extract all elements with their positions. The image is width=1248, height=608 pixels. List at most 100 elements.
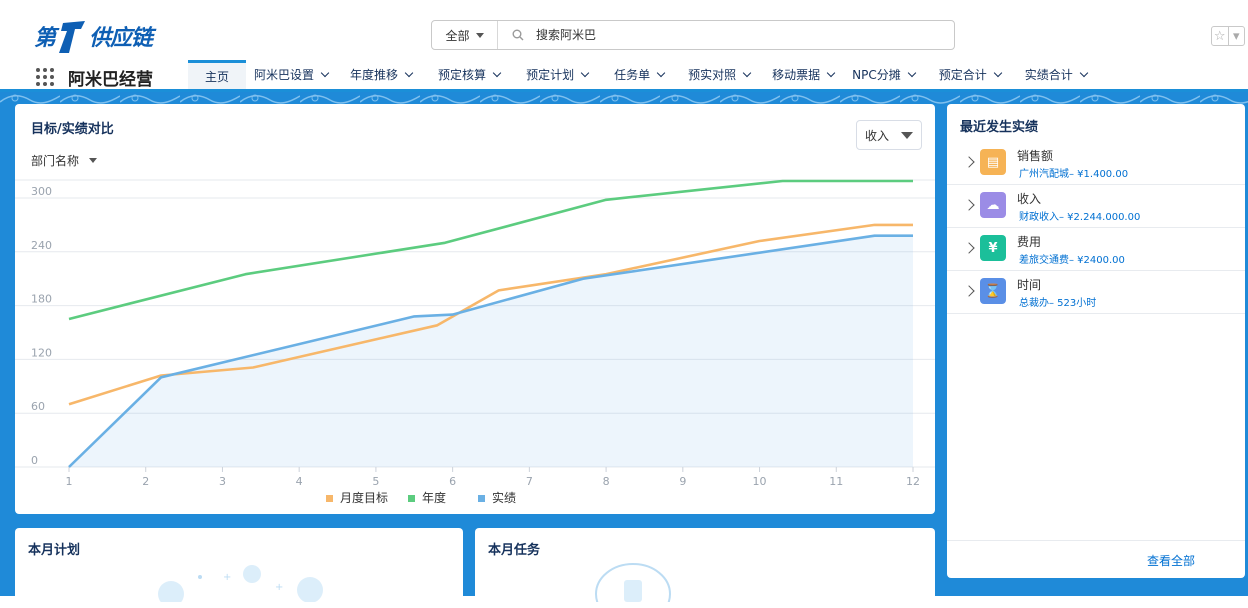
task-illustration <box>595 563 671 602</box>
department-filter[interactable]: 部门名称 <box>31 152 98 169</box>
global-header: 第 供应链 全部 ☆ ▾ <box>0 0 1248 60</box>
chart-card-title: 目标/实绩对比 <box>31 122 114 137</box>
svg-text:+: + <box>275 582 283 593</box>
caret-down-icon <box>475 32 484 38</box>
chevron-down-icon[interactable] <box>826 68 836 78</box>
legend-swatch <box>326 495 333 502</box>
recent-item-name: 费用 <box>1017 235 1042 249</box>
recent-item[interactable]: ¥ 费用差旅交通费– ¥2400.00 <box>947 228 1245 271</box>
nav-tab-0[interactable]: 主页 <box>188 60 247 89</box>
company-logo[interactable]: 第 供应链 <box>34 16 153 56</box>
target-vs-actual-chart: 0601201802403001 2 3 4 5 6 7 8 9 10 11 12月度目标 年度 实绩 <box>15 179 935 505</box>
recent-card-title: 最近发生实绩 <box>960 120 1039 135</box>
svg-text:+: + <box>223 572 231 583</box>
recent-item[interactable]: ▤ 销售额广州汽配城– ¥1.400.00 <box>947 142 1245 185</box>
x-tick-label: 2 <box>142 475 149 488</box>
metric-select[interactable]: 收入 <box>856 120 922 150</box>
recent-item-detail[interactable]: 总裁办– 523小时 <box>1019 294 1096 309</box>
chevron-down-icon[interactable] <box>320 68 330 78</box>
x-tick-label: 12 <box>906 475 920 488</box>
logo-suffix: 供应链 <box>89 26 153 51</box>
app-navigation-bar: 阿米巴经营 主页 阿米巴设置 年度推移 预定核算 预定计划 任务单 预实对照 移动票据 NPC分… <box>0 60 1248 92</box>
yen-icon: ¥ <box>980 235 1006 261</box>
chevron-right-icon[interactable] <box>963 242 975 254</box>
chevron-down-icon[interactable] <box>907 68 916 78</box>
metric-select-label: 收入 <box>864 128 889 143</box>
recent-item[interactable]: ⌛ 时间总裁办– 523小时 <box>947 271 1245 314</box>
chevron-right-icon[interactable] <box>963 199 975 211</box>
view-all-link[interactable]: 查看全部 <box>1147 552 1195 569</box>
nav-tab-4[interactable]: 预定计划 <box>520 60 594 89</box>
chevron-right-icon[interactable] <box>963 285 975 297</box>
recent-item[interactable]: ☁ 收入 财政收入– ¥2.244.000.00 <box>947 185 1245 228</box>
x-tick-label: 9 <box>679 475 686 488</box>
legend-label[interactable]: 年度 <box>422 490 446 505</box>
legend-swatch <box>408 495 415 502</box>
global-search: 全部 <box>431 20 955 50</box>
chevron-down-icon[interactable] <box>580 68 590 78</box>
recent-item-name: 收入 <box>1017 192 1042 206</box>
recent-item-detail[interactable]: 财政收入– ¥2.244.000.00 <box>1019 208 1140 223</box>
app-launcher-icon[interactable] <box>36 68 54 86</box>
x-tick-label: 6 <box>449 475 456 488</box>
nav-tab-3[interactable]: 预定核算 <box>432 60 506 89</box>
chevron-down-icon[interactable] <box>742 68 752 78</box>
x-tick-label: 11 <box>829 475 843 488</box>
x-tick-label: 4 <box>296 475 303 488</box>
recent-item-detail[interactable]: 广州汽配城– ¥1.400.00 <box>1019 165 1128 180</box>
x-tick-label: 5 <box>372 475 379 488</box>
nav-tab-label: 实绩合计 <box>1024 68 1073 82</box>
monthly-task-card: 本月任务 <box>475 528 935 608</box>
legend-label[interactable]: 月度目标 <box>340 490 388 505</box>
chevron-down-icon[interactable] <box>404 68 414 78</box>
y-tick-label: 0 <box>31 454 38 467</box>
search-input[interactable] <box>536 28 916 42</box>
logo-prefix: 第 <box>34 26 56 51</box>
x-tick-label: 8 <box>603 475 610 488</box>
nav-tab-5[interactable]: 任务单 <box>608 60 670 89</box>
search-scope-select[interactable]: 全部 <box>432 21 498 49</box>
hourglass-icon: ⌛ <box>980 278 1006 304</box>
y-tick-label: 300 <box>31 185 52 198</box>
nav-tab-label: 阿米巴设置 <box>254 68 315 82</box>
nav-tab-8[interactable]: NPC分摊 <box>846 60 921 89</box>
caret-down-icon <box>901 131 913 139</box>
nav-tab-10[interactable]: 实绩合计 <box>1019 60 1093 89</box>
nav-tab-7[interactable]: 移动票据 <box>766 60 840 89</box>
document-icon: ▤ <box>980 149 1006 175</box>
recent-actuals-list: ▤ 销售额 广州汽配城– ¥1.400.00 ☁ 收入 财政收入– ¥2.244.000.… <box>947 142 1245 314</box>
nav-tab-label: 主页 <box>205 69 230 84</box>
chevron-right-icon[interactable] <box>963 156 975 168</box>
recent-item-detail[interactable]: 差旅交通费– ¥2400.00 <box>1019 251 1125 266</box>
nav-tab-6[interactable]: 预实对照 <box>682 60 756 89</box>
chevron-down-icon[interactable] <box>1079 68 1088 78</box>
chevron-down-icon[interactable] <box>656 68 666 78</box>
x-tick-label: 1 <box>66 475 73 488</box>
star-icon[interactable]: ☆ <box>1212 27 1228 45</box>
nav-tab-9[interactable]: 预定合计 <box>933 60 1007 89</box>
plan-card-title: 本月计划 <box>28 543 81 558</box>
nav-tab-label: 预实对照 <box>688 68 737 82</box>
nav-tab-label: 任务单 <box>614 68 651 82</box>
chevron-down-icon[interactable] <box>492 68 502 78</box>
search-scope-label: 全部 <box>445 28 470 43</box>
department-filter-label: 部门名称 <box>31 154 80 168</box>
favorites-control: ☆ ▾ <box>1211 26 1245 46</box>
nav-tab-2[interactable]: 年度推移 <box>344 60 418 89</box>
plan-illustration: + + <box>158 565 323 602</box>
favorites-menu-icon[interactable]: ▾ <box>1227 27 1245 45</box>
nav-tab-label: 预定计划 <box>526 68 575 82</box>
nav-tab-label: 预定合计 <box>938 68 987 82</box>
y-tick-label: 120 <box>31 346 52 359</box>
nav-tab-label: NPC分摊 <box>852 68 901 82</box>
y-tick-label: 180 <box>31 293 52 306</box>
nav-tab-label: 移动票据 <box>772 68 821 82</box>
legend-label[interactable]: 实绩 <box>492 490 516 505</box>
legend-swatch <box>478 495 485 502</box>
caret-down-icon <box>89 158 98 163</box>
chevron-down-icon[interactable] <box>993 68 1002 78</box>
recent-item-name: 时间 <box>1017 278 1042 292</box>
nav-tab-1[interactable]: 阿米巴设置 <box>248 60 334 89</box>
x-tick-label: 3 <box>219 475 226 488</box>
recent-item-name: 销售额 <box>1017 149 1054 163</box>
